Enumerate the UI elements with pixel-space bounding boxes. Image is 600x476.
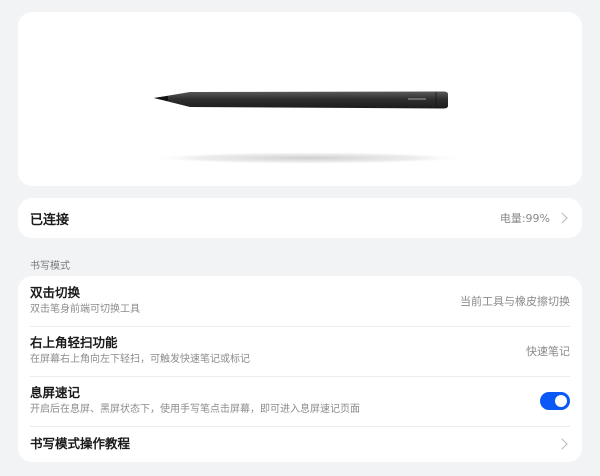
setting-screen-off-memo: 息屏速记 开启后在息屏、黑屏状态下，使用手写笔点击屏幕，即可进入息屏速记页面 (18, 376, 582, 426)
setting-description: 开启后在息屏、黑屏状态下，使用手写笔点击屏幕，即可进入息屏速记页面 (30, 404, 360, 415)
connection-row[interactable]: 已连接 电量:99% (18, 198, 582, 238)
setting-title: 息屏速记 (30, 385, 81, 400)
setting-description: 在屏幕右上角向左下轻扫，可触发快速笔记或标记 (30, 354, 250, 365)
chevron-right-icon (556, 212, 568, 224)
setting-description: 双击笔身前端可切换工具 (30, 304, 140, 315)
stylus-illustration (148, 91, 468, 164)
setting-title: 右上角轻扫功能 (30, 335, 118, 350)
stylus-body (154, 91, 448, 109)
writing-mode-settings-card: 双击切换 双击笔身前端可切换工具 当前工具与橡皮擦切换 右上角轻扫功能 在屏幕右… (18, 276, 582, 462)
connection-status: 已连接 (30, 212, 70, 228)
setting-tutorial[interactable]: 书写模式操作教程 (18, 426, 582, 462)
setting-value: 当前工具与橡皮擦切换 (460, 295, 570, 308)
battery-level: 电量:99% (499, 212, 550, 225)
setting-double-tap[interactable]: 双击切换 双击笔身前端可切换工具 当前工具与橡皮擦切换 (18, 276, 582, 326)
setting-value: 快速笔记 (526, 345, 570, 358)
setting-title: 双击切换 (30, 285, 81, 300)
chevron-right-icon (556, 438, 568, 450)
setting-title: 书写模式操作教程 (30, 436, 131, 451)
stylus-logo-mark (408, 98, 426, 100)
stylus-shadow (148, 152, 468, 164)
section-title-writing-mode: 书写模式 (30, 261, 70, 272)
toggle-knob (555, 395, 567, 407)
setting-corner-swipe[interactable]: 右上角轻扫功能 在屏幕右上角向左下轻扫，可触发快速笔记或标记 快速笔记 (18, 326, 582, 376)
stylus-image-card (18, 12, 582, 186)
screen-off-memo-toggle[interactable] (540, 392, 570, 410)
